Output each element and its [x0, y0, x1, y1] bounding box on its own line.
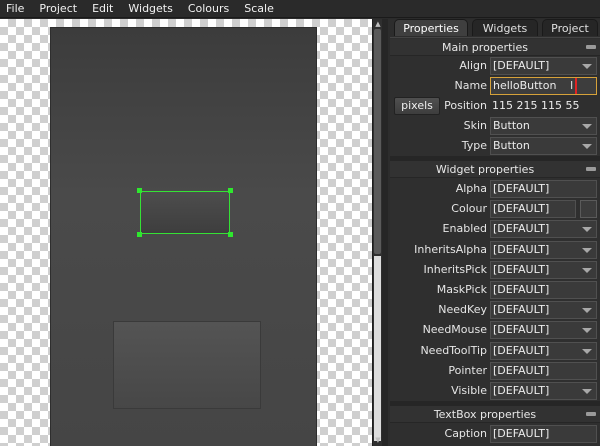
panel-widget[interactable] [113, 321, 261, 409]
inheritspick-dropdown[interactable]: [DEFAULT] [490, 261, 597, 279]
property-label: Colour [451, 202, 487, 215]
needtooltip-dropdown[interactable]: [DEFAULT] [490, 342, 597, 360]
align-dropdown[interactable]: [DEFAULT] [490, 57, 597, 75]
property-label: Alpha [455, 182, 487, 195]
property-label: Type [461, 139, 487, 152]
property-label: Name [454, 79, 487, 92]
selected-button-widget[interactable] [140, 191, 230, 234]
tab-widgets[interactable]: Widgets [472, 19, 538, 36]
enabled-dropdown[interactable]: [DEFAULT] [490, 220, 597, 238]
menu-project[interactable]: Project [32, 0, 85, 18]
colour-picker-button[interactable] [580, 200, 597, 218]
resize-handle-top-left[interactable] [137, 188, 142, 193]
menu-file[interactable]: File [0, 0, 32, 18]
menu-colours[interactable]: Colours [181, 0, 237, 18]
property-label: NeedToolTip [420, 344, 487, 357]
property-label: Caption [444, 427, 487, 440]
property-row-caption: Caption [DEFAULT] [390, 424, 600, 444]
inheritsalpha-dropdown[interactable]: [DEFAULT] [490, 241, 597, 259]
textbox-properties-header[interactable]: TextBox properties [390, 406, 600, 423]
caption-input[interactable]: [DEFAULT] [490, 425, 597, 443]
needkey-dropdown[interactable]: [DEFAULT] [490, 301, 597, 319]
property-row-inheritsalpha: InheritsAlpha [DEFAULT] [390, 240, 600, 260]
tab-project[interactable]: Project [542, 19, 598, 36]
pixels-toggle-button[interactable]: pixels [394, 97, 440, 115]
menu-bar: File Project Edit Widgets Colours Scale [0, 0, 600, 18]
property-row-type: Type Button [390, 136, 600, 156]
property-row-inheritspick: InheritsPick [DEFAULT] [390, 260, 600, 280]
property-label: NeedKey [438, 303, 487, 316]
property-row-needkey: NeedKey [DEFAULT] [390, 300, 600, 320]
property-row-position: pixels Position 115 215 115 55 [390, 96, 600, 116]
scroll-down-arrow-icon[interactable]: ▼ [374, 436, 382, 444]
resize-handle-bottom-left[interactable] [137, 232, 142, 237]
highlight-box [491, 78, 577, 94]
scrollbar-track[interactable] [374, 256, 381, 441]
canvas-vertical-scrollbar[interactable]: ▲ ▼ [372, 19, 382, 446]
collapse-icon[interactable] [586, 412, 596, 416]
colour-input[interactable]: [DEFAULT] [490, 200, 576, 218]
collapse-icon[interactable] [586, 45, 596, 49]
section-title: TextBox properties [433, 408, 537, 421]
property-label: Align [459, 59, 487, 72]
design-canvas[interactable] [0, 19, 372, 446]
text-cursor-icon: I [570, 79, 574, 92]
menu-scale[interactable]: Scale [237, 0, 282, 18]
maskpick-input[interactable]: [DEFAULT] [490, 281, 597, 299]
property-label: InheritsAlpha [414, 243, 487, 256]
property-label: NeedMouse [422, 323, 487, 336]
property-label: Pointer [448, 364, 487, 377]
property-row-enabled: Enabled [DEFAULT] [390, 219, 600, 239]
property-row-needmouse: NeedMouse [DEFAULT] [390, 320, 600, 340]
property-label: Visible [451, 384, 487, 397]
property-label: Enabled [442, 222, 487, 235]
skin-dropdown[interactable]: Button [490, 117, 597, 135]
properties-side-panel: Properties Widgets Project Main properti… [388, 19, 600, 446]
type-dropdown[interactable]: Button [490, 137, 597, 155]
resize-handle-bottom-right[interactable] [228, 232, 233, 237]
visible-dropdown[interactable]: [DEFAULT] [490, 382, 597, 400]
property-label: InheritsPick [423, 263, 487, 276]
scroll-up-arrow-icon[interactable]: ▲ [374, 20, 382, 28]
property-row-align: Align [DEFAULT] [390, 56, 600, 76]
widget-properties-header[interactable]: Widget properties [390, 161, 600, 178]
property-row-alpha: Alpha [DEFAULT] [390, 179, 600, 199]
property-row-name: Name helloButton I [390, 76, 600, 96]
resize-handle-top-right[interactable] [228, 188, 233, 193]
name-input[interactable]: helloButton I [490, 77, 597, 95]
section-title: Widget properties [435, 163, 535, 176]
panel-tabs: Properties Widgets Project [388, 19, 600, 37]
property-row-skin: Skin Button [390, 116, 600, 136]
alpha-input[interactable]: [DEFAULT] [490, 180, 597, 198]
scrollbar-thumb[interactable] [374, 29, 381, 254]
main-properties-header[interactable]: Main properties [390, 39, 600, 56]
section-title: Main properties [442, 41, 528, 54]
position-input[interactable]: 115 215 115 55 [490, 97, 597, 115]
property-row-maskpick: MaskPick [DEFAULT] [390, 280, 600, 300]
property-label: Position [444, 99, 487, 112]
property-label: Skin [463, 119, 487, 132]
property-row-visible: Visible [DEFAULT] [390, 381, 600, 401]
properties-tab-body: Main properties Align [DEFAULT] Name hel… [390, 37, 600, 446]
pointer-input[interactable]: [DEFAULT] [490, 362, 597, 380]
needmouse-dropdown[interactable]: [DEFAULT] [490, 321, 597, 339]
property-row-needtooltip: NeedToolTip [DEFAULT] [390, 341, 600, 361]
collapse-icon[interactable] [586, 167, 596, 171]
property-label: MaskPick [436, 283, 487, 296]
property-row-colour: Colour [DEFAULT] [390, 199, 600, 219]
menu-widgets[interactable]: Widgets [121, 0, 180, 18]
property-row-pointer: Pointer [DEFAULT] [390, 361, 600, 381]
menu-edit[interactable]: Edit [85, 0, 121, 18]
tab-properties[interactable]: Properties [394, 19, 468, 36]
